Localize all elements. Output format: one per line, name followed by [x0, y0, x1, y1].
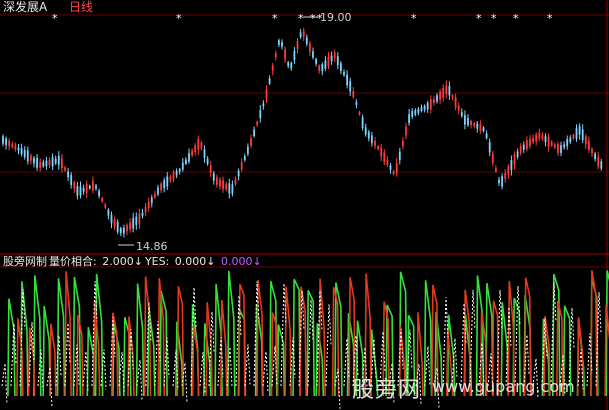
- indicator-name: 量价相合:: [49, 255, 97, 268]
- signal-marker: *: [272, 12, 278, 25]
- signal-marker: *: [513, 12, 519, 25]
- signal-marker: *: [476, 12, 482, 25]
- indicator-source: 股旁网制: [3, 255, 47, 268]
- indicator-value-3: 0.000↓: [221, 255, 262, 268]
- high-price-label: 19.00: [320, 11, 352, 24]
- signal-marker: *: [547, 12, 553, 25]
- watermark-url: www.gupang.com: [432, 377, 575, 396]
- signal-marker: *: [52, 12, 58, 25]
- chart-canvas[interactable]: * * * * * * * * * * * 19.00 14.86: [0, 0, 609, 410]
- signal-marker: *: [176, 12, 182, 25]
- yes-label: YES:: [144, 255, 170, 268]
- signal-marker: *: [411, 12, 417, 25]
- low-price-label: 14.86: [136, 240, 168, 253]
- indicator-value-1: 2.000↓: [102, 255, 143, 268]
- signal-marker: *: [298, 12, 304, 25]
- signal-marker: *: [491, 12, 497, 25]
- signal-marker: *: [310, 12, 316, 25]
- indicator-value-2: 0.000↓: [174, 255, 216, 268]
- period-label[interactable]: 日线: [69, 1, 93, 13]
- indicator-legend: 股旁网制 量价相合: 2.000↓ YES: 0.000↓ 0.000↓: [3, 256, 264, 268]
- watermark-brand: 股旁网: [352, 378, 422, 403]
- stock-title: 深发展A: [3, 0, 48, 14]
